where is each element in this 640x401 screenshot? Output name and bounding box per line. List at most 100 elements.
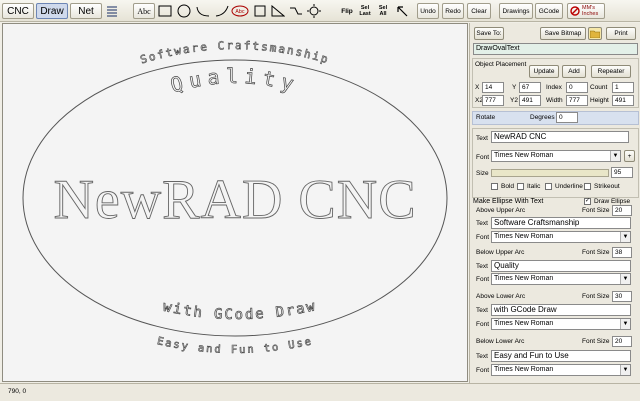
canvas-lower-outer-text: Easy and Fun to Use	[156, 335, 313, 356]
update-button[interactable]: Update	[529, 65, 559, 78]
arc-above-lower-text-input[interactable]: with GCode Draw	[491, 304, 631, 316]
arc-below-lower-text-label: Text	[476, 353, 488, 360]
x2-input[interactable]: 777	[482, 95, 504, 106]
arc-below-lower-text-input[interactable]: Easy and Fun to Use	[491, 350, 631, 362]
size-input[interactable]: 95	[611, 167, 633, 178]
y2-input[interactable]: 491	[519, 95, 541, 106]
draw-ellipse-label: Draw Ellipse	[594, 198, 631, 205]
arc-below-upper-text-input[interactable]: Quality	[491, 260, 631, 272]
arc-below-lower-heading: Below Lower Arc	[476, 338, 525, 345]
curve-tool-icon[interactable]	[213, 3, 231, 19]
count-input[interactable]: 1	[612, 82, 634, 93]
arc-below-upper-font-select[interactable]: Times New Roman ▼	[491, 273, 631, 285]
polyline-tool-icon[interactable]	[287, 3, 305, 19]
arc-above-lower-fontsize-label: Font Size	[582, 293, 610, 300]
arc-below-upper-font-value: Times New Roman	[494, 275, 554, 282]
svg-text:Easy and Fun to Use: Easy and Fun to Use	[156, 335, 314, 356]
arc-above-upper-text-input[interactable]: Software Craftsmanship	[491, 217, 631, 229]
sun-tool-icon[interactable]	[305, 3, 323, 19]
tab-net[interactable]: Net	[70, 3, 102, 19]
ellipse-section-title: Make Ellipse With Text	[473, 198, 544, 205]
menu-icon[interactable]	[104, 3, 120, 19]
triangle-tool-icon[interactable]	[269, 3, 287, 19]
arc-above-upper-font-select[interactable]: Times New Roman ▼	[491, 231, 631, 243]
rotate-label: Rotate	[476, 114, 496, 121]
undo-button[interactable]: Undo	[417, 3, 439, 19]
underline-checkbox[interactable]	[545, 183, 552, 190]
arc-below-lower-font-select[interactable]: Times New Roman ▼	[491, 364, 631, 376]
flip-button[interactable]: Flip	[337, 3, 357, 19]
tab-cnc[interactable]: CNC	[2, 3, 34, 19]
font-label: Font	[476, 154, 490, 161]
degrees-input[interactable]: 0	[556, 112, 578, 123]
arc-above-upper-heading: Above Upper Arc	[476, 207, 526, 214]
square-tool-icon[interactable]	[251, 3, 269, 19]
redo-button[interactable]: Redo	[442, 3, 464, 19]
svg-text:Software Craftsmanship: Software Craftsmanship	[139, 39, 331, 67]
add-button[interactable]: Add	[562, 65, 586, 78]
y-input[interactable]: 67	[519, 82, 541, 93]
arc-below-upper-fontsize-input[interactable]: 38	[612, 247, 632, 258]
strikeout-label: Strikeout	[594, 183, 620, 190]
strikeout-checkbox[interactable]	[584, 183, 591, 190]
arc-above-upper-font-value: Times New Roman	[494, 233, 554, 240]
chevron-down-icon: ▼	[620, 232, 630, 242]
oval-text-tool-icon[interactable]: Abc	[230, 3, 250, 19]
arc-above-upper-text-label: Text	[476, 220, 488, 227]
sel-all-button[interactable]: Sel All	[375, 3, 391, 19]
italic-checkbox[interactable]	[517, 183, 524, 190]
arc-below-upper-text-label: Text	[476, 263, 488, 270]
rectangle-tool-icon[interactable]	[156, 3, 174, 19]
drawing-canvas[interactable]: NewRAD CNC Software Craftsmanship Qualit…	[2, 23, 468, 382]
units-icon	[570, 6, 580, 16]
index-label: Index	[546, 84, 562, 91]
clear-button[interactable]: Clear	[467, 3, 491, 19]
y2-label: Y2	[510, 97, 518, 104]
save-to-button[interactable]: Save To:	[474, 27, 504, 40]
arc-below-lower-fontsize-input[interactable]: 20	[612, 336, 632, 347]
current-object-field[interactable]: DrawOvalText	[473, 43, 638, 55]
gcode-button[interactable]: GCode	[535, 3, 563, 19]
x-input[interactable]: 14	[482, 82, 504, 93]
font-add-button[interactable]: +	[624, 150, 635, 162]
object-placement-title: Object Placement	[475, 61, 527, 68]
drawings-button[interactable]: Drawings	[499, 3, 533, 19]
font-select[interactable]: Times New Roman ▼	[491, 150, 621, 162]
text-label: Text	[476, 135, 488, 142]
svg-text:Quality: Quality	[168, 64, 302, 97]
height-input[interactable]: 491	[612, 95, 634, 106]
canvas-lower-inner-text: with GCode Draw	[161, 298, 317, 324]
index-input[interactable]: 0	[566, 82, 588, 93]
arc-above-lower-text-label: Text	[476, 307, 488, 314]
text-input[interactable]: NewRAD CNC	[491, 131, 629, 143]
x-label: X	[475, 84, 480, 91]
repeater-button[interactable]: Repeater	[591, 65, 631, 78]
svg-text:with GCode Draw: with GCode Draw	[161, 298, 318, 323]
y-label: Y	[512, 84, 517, 91]
size-slider[interactable]	[491, 169, 609, 177]
chevron-down-icon: ▼	[620, 274, 630, 284]
print-button[interactable]: Print	[606, 27, 636, 40]
arc-above-lower-font-select[interactable]: Times New Roman ▼	[491, 318, 631, 330]
width-label: Width	[546, 97, 563, 104]
save-bitmap-button[interactable]: Save Bitmap	[540, 27, 586, 40]
bold-checkbox[interactable]	[491, 183, 498, 190]
arc-above-lower-fontsize-input[interactable]: 30	[612, 291, 632, 302]
units-toggle[interactable]: MM's Inches	[567, 3, 605, 19]
folder-icon[interactable]	[588, 27, 602, 40]
text-tool-button[interactable]: Abc	[133, 3, 155, 19]
units-inches-label: Inches	[582, 11, 599, 17]
svg-text:Abc: Abc	[235, 9, 245, 15]
underline-label: Underline	[555, 183, 583, 190]
toolbar: CNC Draw Net Abc Abc Flip Sel Last Sel A…	[0, 0, 640, 22]
size-label: Size	[476, 170, 489, 177]
tab-draw[interactable]: Draw	[36, 3, 68, 19]
pointer-icon[interactable]	[394, 3, 410, 19]
arc-above-upper-fontsize-input[interactable]: 20	[612, 205, 632, 216]
arc-tool-icon[interactable]	[194, 3, 212, 19]
circle-tool-icon[interactable]	[175, 3, 193, 19]
draw-ellipse-checkbox[interactable]: ✓	[584, 198, 591, 205]
status-bar: 790, 0	[0, 383, 640, 401]
width-input[interactable]: 777	[566, 95, 588, 106]
sel-last-button[interactable]: Sel Last	[357, 3, 373, 19]
